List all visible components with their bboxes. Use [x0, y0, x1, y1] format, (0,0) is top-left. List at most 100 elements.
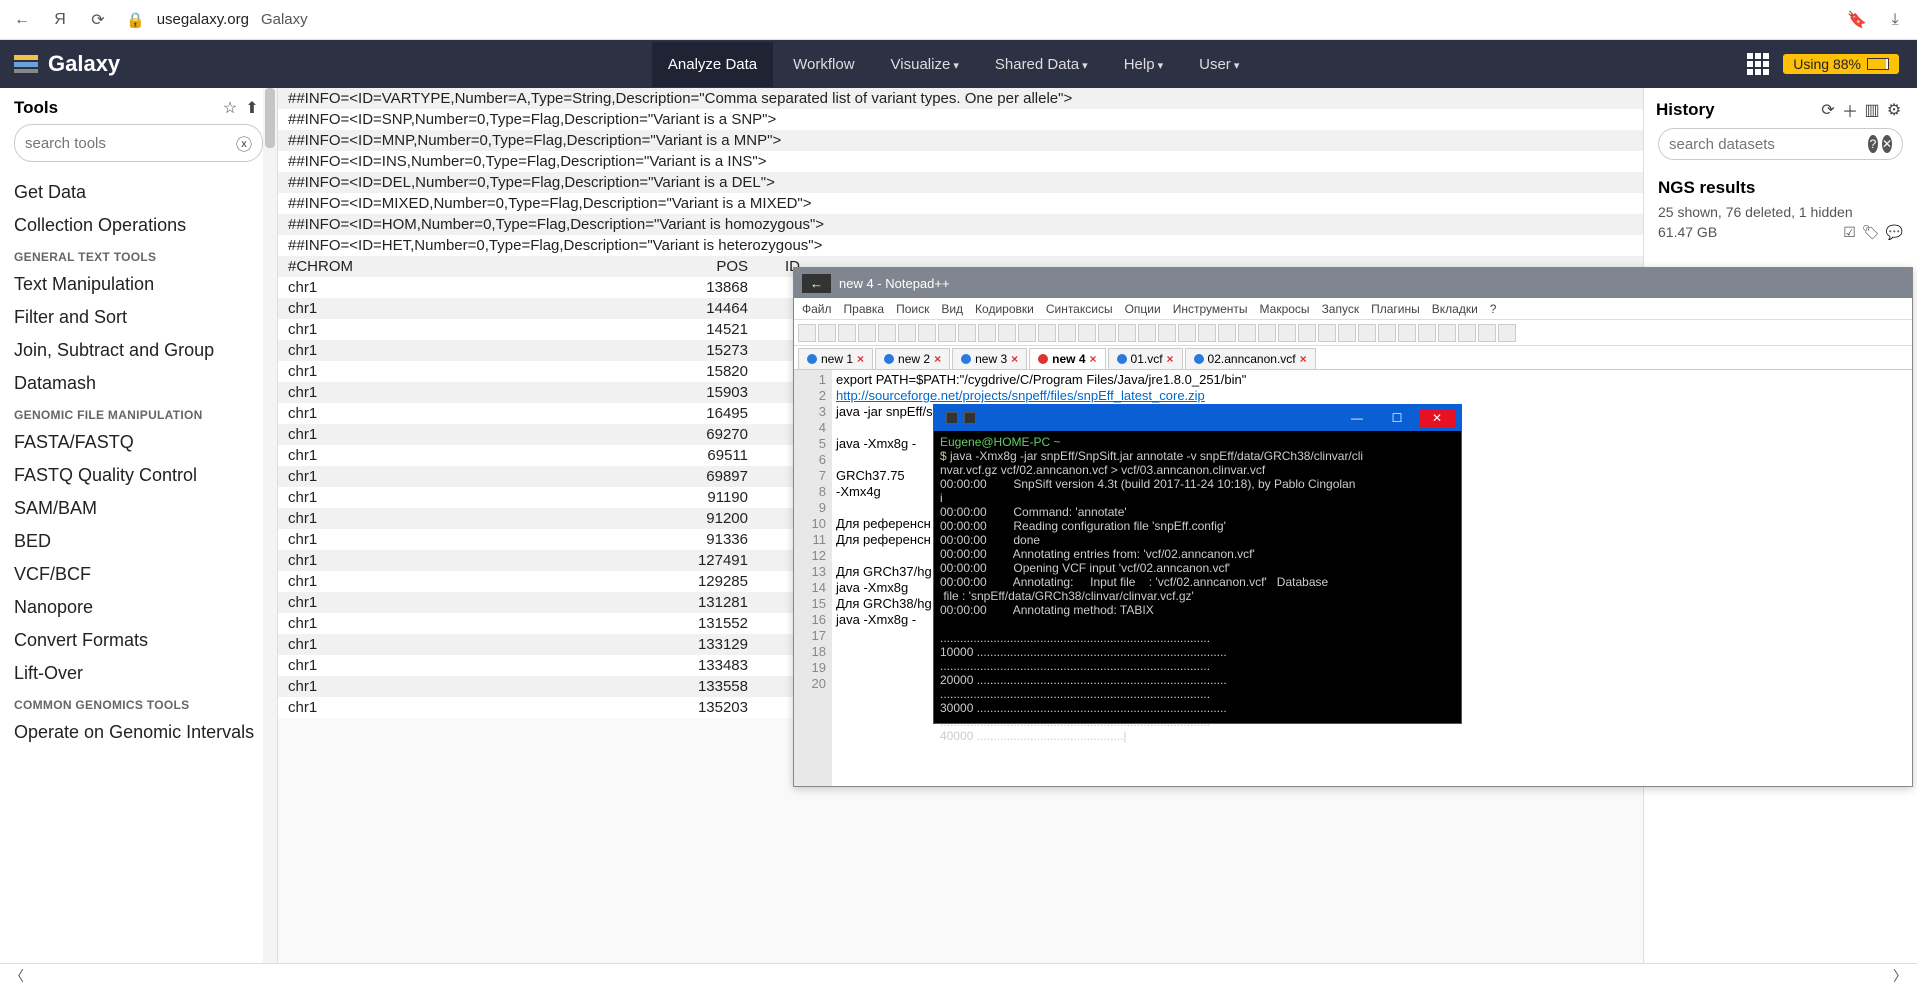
toolbar-button[interactable] — [1458, 324, 1476, 342]
menu-item[interactable]: Вкладки — [1432, 302, 1478, 316]
toolbar-button[interactable] — [1498, 324, 1516, 342]
toolbar-button[interactable] — [1178, 324, 1196, 342]
toolbar-button[interactable] — [958, 324, 976, 342]
toolbar-button[interactable] — [998, 324, 1016, 342]
toolbar-button[interactable] — [1418, 324, 1436, 342]
chevron-left-icon[interactable]: 〈 — [10, 966, 24, 986]
toolbar-button[interactable] — [838, 324, 856, 342]
editor-tab[interactable]: 01.vcf× — [1108, 348, 1183, 369]
nav-analyze-data[interactable]: Analyze Data — [652, 42, 773, 87]
menu-item[interactable]: Файл — [802, 302, 832, 316]
tool-link[interactable]: Nanopore — [14, 591, 277, 624]
terminal-body[interactable]: Eugene@HOME-PC ~ $ java -Xmx8g -jar snpE… — [934, 431, 1461, 747]
nav-user[interactable]: User — [1183, 42, 1255, 87]
history-search-input[interactable] — [1669, 136, 1868, 153]
maximize-button[interactable]: ☐ — [1379, 409, 1415, 427]
toolbar-button[interactable] — [1158, 324, 1176, 342]
toolbar-button[interactable] — [1018, 324, 1036, 342]
tool-link[interactable]: Filter and Sort — [14, 301, 277, 334]
toolbar-button[interactable] — [798, 324, 816, 342]
toolbar-button[interactable] — [1078, 324, 1096, 342]
nav-help[interactable]: Help — [1108, 42, 1179, 87]
back-icon[interactable]: ← — [12, 11, 32, 29]
toolbar-button[interactable] — [1278, 324, 1296, 342]
tools-search[interactable]: ⓧ — [14, 124, 263, 162]
refresh-icon[interactable]: ⟳ — [1817, 100, 1839, 120]
chevron-right-icon[interactable]: 〉 — [1893, 966, 1907, 986]
toolbar-button[interactable] — [1438, 324, 1456, 342]
menu-item[interactable]: Синтаксисы — [1046, 302, 1113, 316]
toolbar-button[interactable] — [978, 324, 996, 342]
tool-link[interactable]: Get Data — [14, 176, 277, 209]
editor-tab[interactable]: new 3× — [952, 348, 1027, 369]
tool-link[interactable]: BED — [14, 525, 277, 558]
toolbar-button[interactable] — [1058, 324, 1076, 342]
tool-link[interactable]: Text Manipulation — [14, 268, 277, 301]
logo[interactable]: Galaxy — [0, 51, 160, 77]
menu-item[interactable]: Поиск — [896, 302, 929, 316]
history-search[interactable]: ? ✕ — [1658, 128, 1903, 160]
toolbar-button[interactable] — [1118, 324, 1136, 342]
toolbar-button[interactable] — [858, 324, 876, 342]
toolbar-button[interactable] — [1338, 324, 1356, 342]
toolbar-button[interactable] — [898, 324, 916, 342]
toolbar-button[interactable] — [1038, 324, 1056, 342]
tool-link[interactable]: VCF/BCF — [14, 558, 277, 591]
menu-item[interactable]: Вид — [941, 302, 963, 316]
editor-tab[interactable]: 02.anncanon.vcf× — [1185, 348, 1316, 369]
menu-item[interactable]: Кодировки — [975, 302, 1034, 316]
toolbar-button[interactable] — [1238, 324, 1256, 342]
notepad-titlebar[interactable]: ← new 4 - Notepad++ — [794, 268, 1912, 298]
tool-link[interactable]: Convert Formats — [14, 624, 277, 657]
gear-icon[interactable]: ⚙ — [1883, 100, 1905, 120]
tool-link[interactable]: FASTQ Quality Control — [14, 459, 277, 492]
minimize-button[interactable]: — — [1339, 409, 1375, 427]
terminal-titlebar[interactable]: — ☐ ✕ — [934, 405, 1461, 431]
menu-item[interactable]: Правка — [844, 302, 885, 316]
nav-workflow[interactable]: Workflow — [777, 42, 870, 87]
toolbar-button[interactable] — [918, 324, 936, 342]
titlebar-back-icon[interactable]: ← — [802, 274, 831, 293]
clear-icon[interactable]: ⓧ — [236, 131, 252, 155]
bookmark-icon[interactable]: 🔖 — [1847, 10, 1867, 30]
tool-link[interactable]: Datamash — [14, 367, 277, 400]
editor-tab[interactable]: new 2× — [875, 348, 950, 369]
tool-link[interactable]: FASTA/FASTQ — [14, 426, 277, 459]
menu-item[interactable]: Запуск — [1322, 302, 1360, 316]
new-history-icon[interactable]: ＋ — [1839, 98, 1861, 122]
history-name[interactable]: NGS results — [1644, 170, 1917, 202]
close-button[interactable]: ✕ — [1419, 409, 1455, 427]
usage-badge[interactable]: Using 88% — [1783, 54, 1899, 74]
tags-icon[interactable]: 🏷 — [1862, 224, 1880, 241]
address-bar[interactable]: 🔒 usegalaxy.org Galaxy — [126, 11, 1829, 29]
clear-search-icon[interactable]: ✕ — [1882, 135, 1892, 153]
editor-tab[interactable]: new 4× — [1029, 348, 1105, 369]
tool-link[interactable]: SAM/BAM — [14, 492, 277, 525]
toolbar-button[interactable] — [1258, 324, 1276, 342]
menu-item[interactable]: Плагины — [1371, 302, 1420, 316]
menu-item[interactable]: Опции — [1125, 302, 1161, 316]
menu-item[interactable]: Макросы — [1260, 302, 1310, 316]
menu-item[interactable]: Инструменты — [1173, 302, 1248, 316]
select-icon[interactable]: ☑ — [1843, 224, 1856, 241]
toolbar-button[interactable] — [1298, 324, 1316, 342]
apps-grid-icon[interactable] — [1747, 53, 1769, 75]
tool-link[interactable]: Operate on Genomic Intervals — [14, 716, 277, 749]
upload-icon[interactable]: ⬆ — [241, 98, 263, 118]
toolbar-button[interactable] — [1398, 324, 1416, 342]
nav-visualize[interactable]: Visualize — [875, 42, 975, 87]
toolbar-button[interactable] — [1098, 324, 1116, 342]
toolbar-button[interactable] — [1378, 324, 1396, 342]
help-icon[interactable]: ? — [1868, 135, 1878, 153]
toolbar-button[interactable] — [1198, 324, 1216, 342]
toolbar-button[interactable] — [938, 324, 956, 342]
tools-search-input[interactable] — [25, 135, 236, 152]
toolbar-button[interactable] — [1318, 324, 1336, 342]
toolbar-button[interactable] — [1218, 324, 1236, 342]
toolbar-button[interactable] — [878, 324, 896, 342]
download-icon[interactable]: ⤓ — [1885, 11, 1905, 29]
editor-tab[interactable]: new 1× — [798, 348, 873, 369]
tool-link[interactable]: Lift-Over — [14, 657, 277, 690]
tool-link[interactable]: Join, Subtract and Group — [14, 334, 277, 367]
toolbar-button[interactable] — [1358, 324, 1376, 342]
